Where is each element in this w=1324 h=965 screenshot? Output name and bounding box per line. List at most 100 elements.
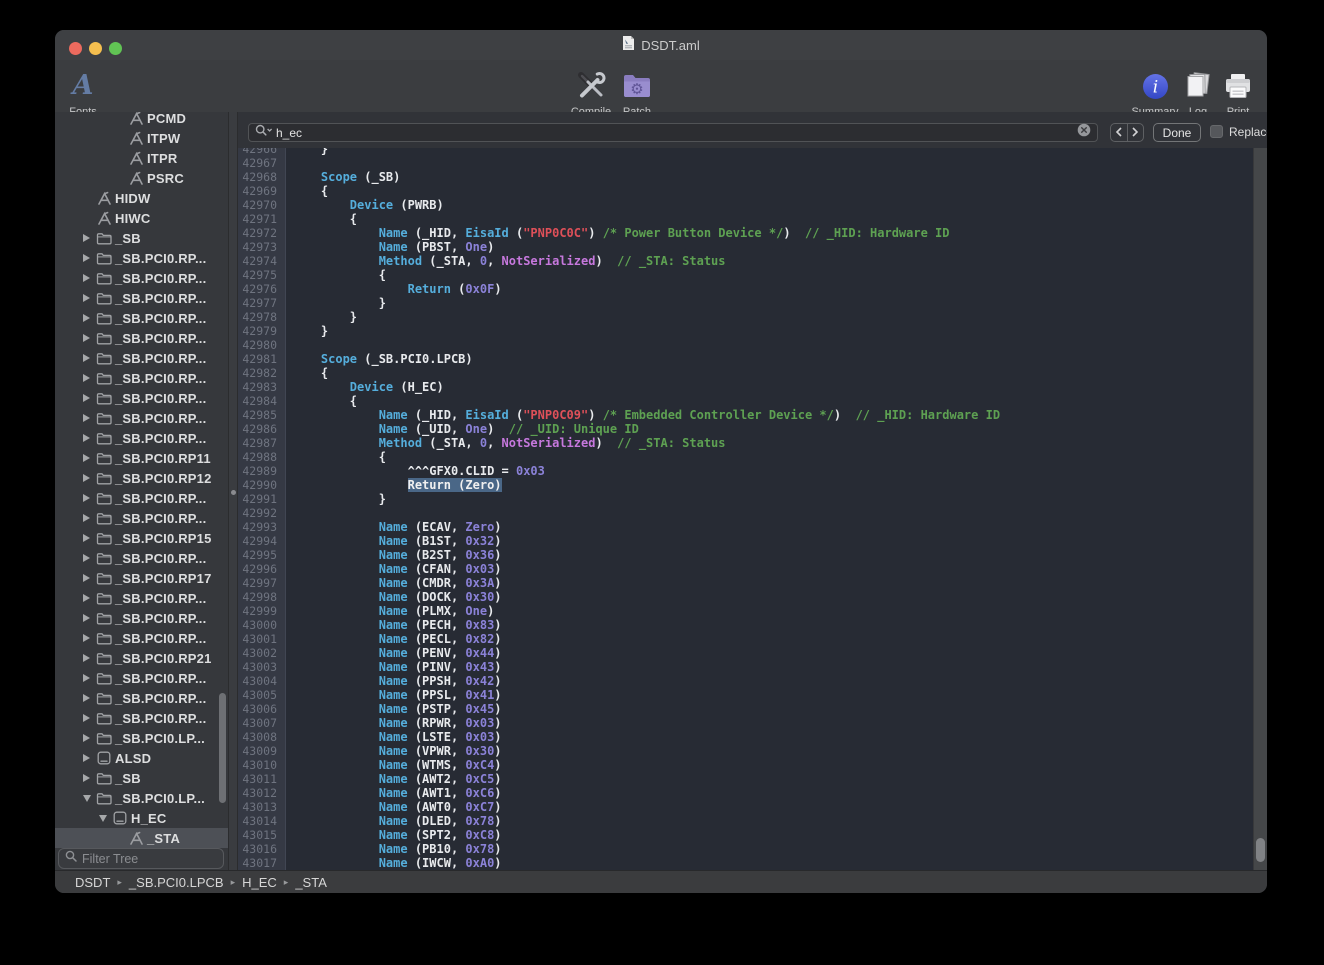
sidebar-item-sb-pci0-rp[interactable]: _SB.PCI0.RP... bbox=[55, 548, 228, 568]
disclosure-triangle[interactable] bbox=[80, 753, 93, 763]
disclosure-triangle[interactable] bbox=[96, 813, 109, 823]
code-line[interactable]: 43010 Name (WTMS, 0xC4) bbox=[238, 758, 1253, 772]
code-line[interactable]: 43009 Name (VPWR, 0x30) bbox=[238, 744, 1253, 758]
filter-tree-input[interactable] bbox=[82, 852, 228, 866]
sidebar-item-sb-pci0-rp21[interactable]: _SB.PCI0.RP21 bbox=[55, 648, 228, 668]
code-line[interactable]: 43004 Name (PPSH, 0x42) bbox=[238, 674, 1253, 688]
disclosure-triangle[interactable] bbox=[80, 773, 93, 783]
code-line[interactable]: 42972 Name (_HID, EisaId ("PNP0C0C") /* … bbox=[238, 226, 1253, 240]
code-line[interactable]: 42988 { bbox=[238, 450, 1253, 464]
disclosure-triangle[interactable] bbox=[80, 393, 93, 403]
disclosure-triangle[interactable] bbox=[80, 653, 93, 663]
disclosure-triangle[interactable] bbox=[80, 513, 93, 523]
sidebar-item-sb-pci0-rp17[interactable]: _SB.PCI0.RP17 bbox=[55, 568, 228, 588]
code-line[interactable]: 43016 Name (PB10, 0x78) bbox=[238, 842, 1253, 856]
disclosure-triangle[interactable] bbox=[80, 593, 93, 603]
code-line[interactable]: 43015 Name (SPT2, 0xC8) bbox=[238, 828, 1253, 842]
code-line[interactable]: 43005 Name (PPSL, 0x41) bbox=[238, 688, 1253, 702]
code-line[interactable]: 43014 Name (DLED, 0x78) bbox=[238, 814, 1253, 828]
sidebar-item-sb-pci0-rp11[interactable]: _SB.PCI0.RP11 bbox=[55, 448, 228, 468]
disclosure-triangle[interactable] bbox=[80, 353, 93, 363]
code-line[interactable]: 42968 Scope (_SB) bbox=[238, 170, 1253, 184]
sidebar-item-sb-pci0-rp[interactable]: _SB.PCI0.RP... bbox=[55, 288, 228, 308]
disclosure-triangle[interactable] bbox=[80, 233, 93, 243]
code-line[interactable]: 43011 Name (AWT2, 0xC5) bbox=[238, 772, 1253, 786]
sidebar-item-sb-pci0-rp[interactable]: _SB.PCI0.RP... bbox=[55, 668, 228, 688]
pane-splitter[interactable] bbox=[228, 112, 238, 871]
code-line[interactable]: 42996 Name (CFAN, 0x03) bbox=[238, 562, 1253, 576]
sidebar-item-sb-pci0-rp[interactable]: _SB.PCI0.RP... bbox=[55, 388, 228, 408]
disclosure-triangle[interactable] bbox=[80, 573, 93, 583]
disclosure-triangle[interactable] bbox=[80, 733, 93, 743]
sidebar-item-itpr[interactable]: ITPR bbox=[55, 148, 228, 168]
code-line[interactable]: 42984 { bbox=[238, 394, 1253, 408]
code-line[interactable]: 42981 Scope (_SB.PCI0.LPCB) bbox=[238, 352, 1253, 366]
code-line[interactable]: 42998 Name (DOCK, 0x30) bbox=[238, 590, 1253, 604]
code-line[interactable]: 43001 Name (PECL, 0x82) bbox=[238, 632, 1253, 646]
code-line[interactable]: 42974 Method (_STA, 0, NotSerialized) //… bbox=[238, 254, 1253, 268]
code-line[interactable]: 43007 Name (RPWR, 0x03) bbox=[238, 716, 1253, 730]
breadcrumb-item[interactable]: H_EC bbox=[242, 875, 277, 890]
disclosure-triangle[interactable] bbox=[80, 673, 93, 683]
code-line[interactable]: 42992 bbox=[238, 506, 1253, 520]
code-line[interactable]: 42971 { bbox=[238, 212, 1253, 226]
code-line[interactable]: 42976 Return (0x0F) bbox=[238, 282, 1253, 296]
code-line[interactable]: 43013 Name (AWT0, 0xC7) bbox=[238, 800, 1253, 814]
code-line[interactable]: 43017 Name (IWCW, 0xA0) bbox=[238, 856, 1253, 870]
code-line[interactable]: 42989 ^^^GFX0.CLID = 0x03 bbox=[238, 464, 1253, 478]
sidebar-item-sb-pci0-lp[interactable]: _SB.PCI0.LP... bbox=[55, 728, 228, 748]
code-line[interactable]: 42997 Name (CMDR, 0x3A) bbox=[238, 576, 1253, 590]
sidebar-item-sb-pci0-rp[interactable]: _SB.PCI0.RP... bbox=[55, 488, 228, 508]
sidebar-item-h-ec[interactable]: H_EC bbox=[55, 808, 228, 828]
sidebar-item-sb-pci0-rp[interactable]: _SB.PCI0.RP... bbox=[55, 368, 228, 388]
disclosure-triangle[interactable] bbox=[80, 433, 93, 443]
disclosure-triangle[interactable] bbox=[80, 273, 93, 283]
sidebar-item-sb-pci0-rp[interactable]: _SB.PCI0.RP... bbox=[55, 428, 228, 448]
code-line[interactable]: 42969 { bbox=[238, 184, 1253, 198]
code-line[interactable]: 42970 Device (PWRB) bbox=[238, 198, 1253, 212]
code-line[interactable]: 42977 } bbox=[238, 296, 1253, 310]
disclosure-triangle[interactable] bbox=[80, 693, 93, 703]
code-line[interactable]: 42993 Name (ECAV, Zero) bbox=[238, 520, 1253, 534]
sidebar-item-hiwc[interactable]: HIWC bbox=[55, 208, 228, 228]
sidebar-item-pcmd[interactable]: PCMD bbox=[55, 112, 228, 128]
search-scope-icon[interactable] bbox=[255, 124, 274, 142]
sidebar-item-sb-pci0-rp[interactable]: _SB.PCI0.RP... bbox=[55, 328, 228, 348]
sidebar-scrollbar-thumb[interactable] bbox=[219, 693, 226, 803]
code-line[interactable]: 42995 Name (B2ST, 0x36) bbox=[238, 548, 1253, 562]
disclosure-triangle[interactable] bbox=[80, 633, 93, 643]
splitter-handle[interactable] bbox=[231, 490, 236, 495]
code-line[interactable]: 42999 Name (PLMX, One) bbox=[238, 604, 1253, 618]
code-line[interactable]: 43002 Name (PENV, 0x44) bbox=[238, 646, 1253, 660]
replace-checkbox[interactable] bbox=[1210, 125, 1223, 138]
disclosure-triangle[interactable] bbox=[80, 253, 93, 263]
sidebar-item-sb-pci0-rp[interactable]: _SB.PCI0.RP... bbox=[55, 688, 228, 708]
editor-scrollbar-thumb[interactable] bbox=[1256, 838, 1265, 862]
code-line[interactable]: 42991 } bbox=[238, 492, 1253, 506]
disclosure-triangle[interactable] bbox=[80, 473, 93, 483]
code-line[interactable]: 43008 Name (LSTE, 0x03) bbox=[238, 730, 1253, 744]
sidebar-item-psrc[interactable]: PSRC bbox=[55, 168, 228, 188]
sidebar-item-sb-pci0-rp[interactable]: _SB.PCI0.RP... bbox=[55, 588, 228, 608]
sidebar-item-sb-pci0-lp[interactable]: _SB.PCI0.LP... bbox=[55, 788, 228, 808]
code-line[interactable]: 43012 Name (AWT1, 0xC6) bbox=[238, 786, 1253, 800]
disclosure-triangle[interactable] bbox=[80, 453, 93, 463]
search-field[interactable] bbox=[248, 123, 1098, 142]
done-button[interactable]: Done bbox=[1153, 123, 1201, 142]
code-line[interactable]: 42994 Name (B1ST, 0x32) bbox=[238, 534, 1253, 548]
code-editor[interactable]: 42966 }4296742968 Scope (_SB)42969 {4297… bbox=[238, 148, 1253, 871]
code-line[interactable]: 43000 Name (PECH, 0x83) bbox=[238, 618, 1253, 632]
disclosure-triangle[interactable] bbox=[80, 713, 93, 723]
code-line[interactable]: 42986 Name (_UID, One) // _UID: Unique I… bbox=[238, 422, 1253, 436]
sidebar-item-sb[interactable]: _SB bbox=[55, 768, 228, 788]
disclosure-triangle[interactable] bbox=[80, 493, 93, 503]
code-line[interactable]: 42966 } bbox=[238, 148, 1253, 156]
sidebar-item-itpw[interactable]: ITPW bbox=[55, 128, 228, 148]
disclosure-triangle[interactable] bbox=[80, 553, 93, 563]
code-line[interactable]: 43003 Name (PINV, 0x43) bbox=[238, 660, 1253, 674]
disclosure-triangle[interactable] bbox=[80, 293, 93, 303]
code-line[interactable]: 42973 Name (PBST, One) bbox=[238, 240, 1253, 254]
breadcrumb-item[interactable]: _STA bbox=[295, 875, 327, 890]
code-line[interactable]: 42975 { bbox=[238, 268, 1253, 282]
find-next-button[interactable] bbox=[1128, 124, 1144, 141]
